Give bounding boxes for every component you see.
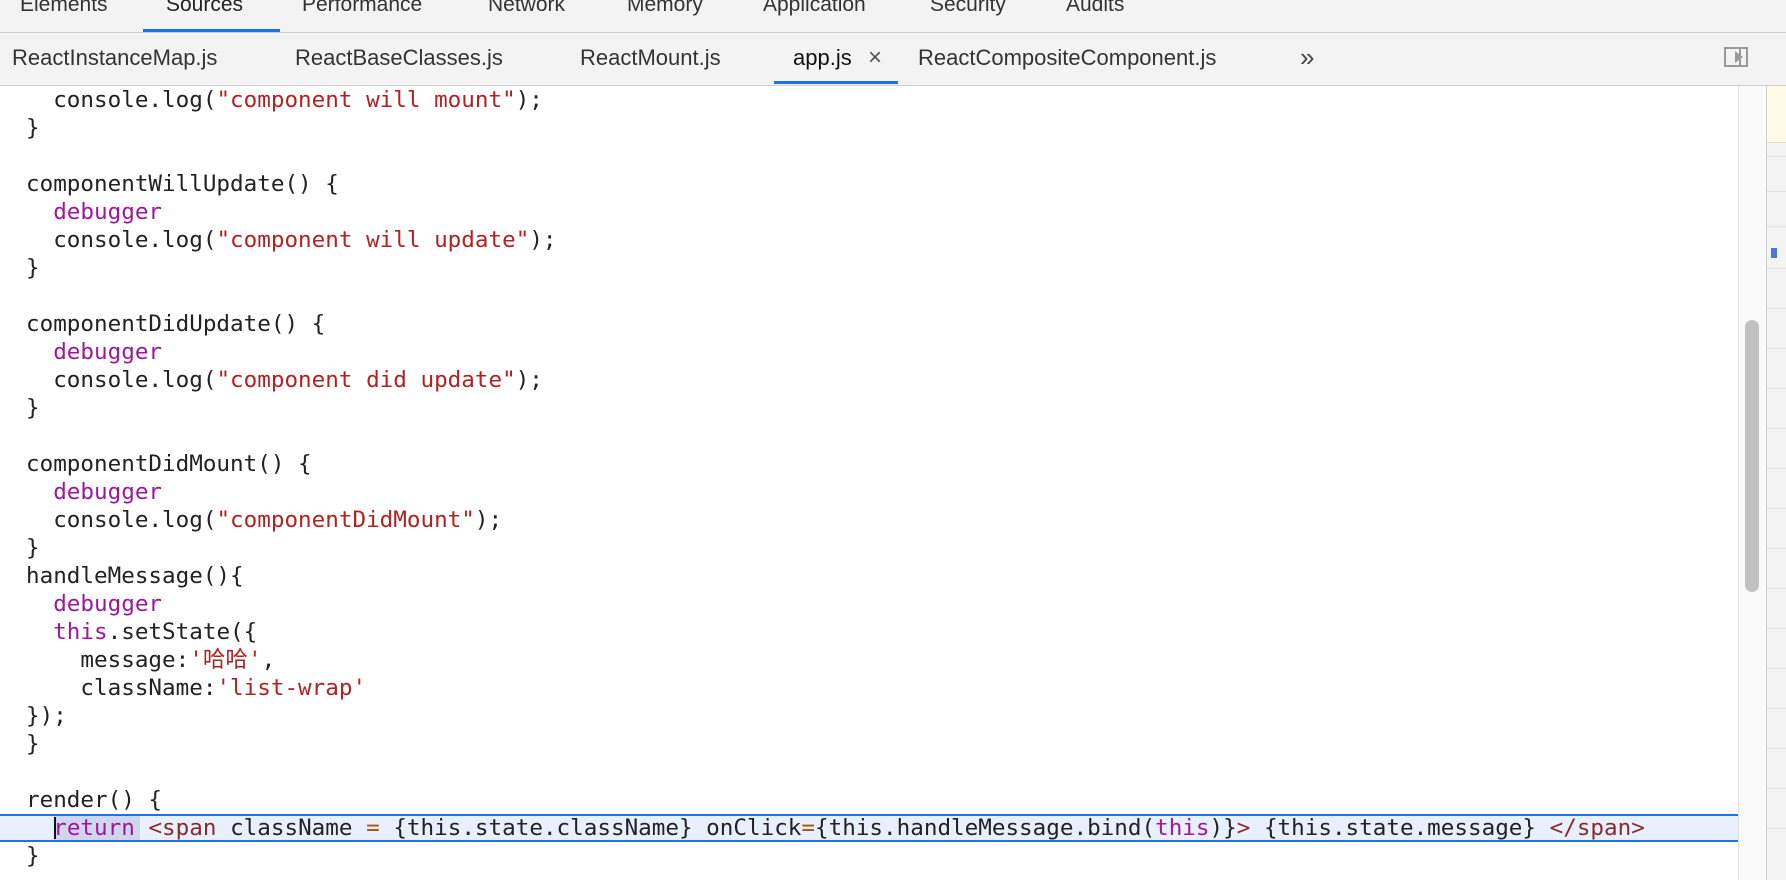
file-tab-app[interactable]: app.js bbox=[793, 33, 852, 85]
code-line: debugger bbox=[26, 199, 163, 225]
editor-scrollbar-thumb[interactable] bbox=[1745, 320, 1759, 592]
devtools-panel-tabs: Elements Sources Performance Network Mem… bbox=[0, 0, 1786, 33]
tab-application[interactable]: Application bbox=[763, 0, 866, 32]
code-line: } bbox=[26, 115, 40, 141]
code-editor[interactable]: console.log("component will mount"); } c… bbox=[0, 86, 1738, 880]
code-line: render() { bbox=[26, 787, 163, 813]
code-line: this.setState({ bbox=[26, 619, 258, 645]
text-cursor bbox=[54, 817, 56, 839]
active-tab-indicator bbox=[143, 29, 280, 32]
tab-network[interactable]: Network bbox=[488, 0, 565, 32]
code-line: } bbox=[26, 535, 40, 561]
code-line: } bbox=[26, 843, 40, 869]
code-line: console.log("component will update"); bbox=[26, 227, 557, 253]
close-tab-icon[interactable]: × bbox=[868, 33, 882, 83]
code-line: console.log("component will mount"); bbox=[26, 87, 543, 113]
code-line: message:'哈哈', bbox=[26, 647, 276, 673]
tab-performance[interactable]: Performance bbox=[302, 0, 422, 32]
code-line: componentDidUpdate() { bbox=[26, 311, 326, 337]
active-file-indicator bbox=[774, 81, 898, 84]
code-line: console.log("componentDidMount"); bbox=[26, 507, 503, 533]
code-line: componentDidMount() { bbox=[26, 451, 312, 477]
tab-memory[interactable]: Memory bbox=[627, 0, 703, 32]
file-tab-reactinstancemap[interactable]: ReactInstanceMap.js bbox=[12, 33, 217, 85]
tab-sources[interactable]: Sources bbox=[166, 0, 243, 32]
file-tab-reactmount[interactable]: ReactMount.js bbox=[580, 33, 721, 85]
code-line: console.log("component did update"); bbox=[26, 367, 543, 393]
code-line: componentWillUpdate() { bbox=[26, 171, 339, 197]
code-line: debugger bbox=[26, 479, 163, 505]
tab-security[interactable]: Security bbox=[930, 0, 1006, 32]
toggle-debugger-pane-icon[interactable] bbox=[1724, 47, 1748, 67]
tab-audits[interactable]: Audits bbox=[1066, 0, 1124, 32]
file-tab-reactcompositecomponent[interactable]: ReactCompositeComponent.js bbox=[918, 33, 1216, 85]
more-tabs-icon[interactable]: » bbox=[1300, 33, 1314, 81]
code-line-current: return <span className = {this.state.cla… bbox=[53, 815, 1645, 841]
file-tab-reactbaseclasses[interactable]: ReactBaseClasses.js bbox=[295, 33, 503, 85]
code-line: } bbox=[26, 255, 40, 281]
code-line: handleMessage(){ bbox=[26, 563, 244, 589]
paused-banner-edge bbox=[1767, 86, 1786, 143]
code-line: }); bbox=[26, 703, 67, 729]
code-line: debugger bbox=[26, 339, 163, 365]
checkbox-icon bbox=[1771, 248, 1777, 258]
code-line: className:'list-wrap' bbox=[26, 675, 367, 701]
code-line: } bbox=[26, 395, 40, 421]
editor-file-tabs: ReactInstanceMap.js ReactBaseClasses.js … bbox=[0, 33, 1786, 86]
code-line: } bbox=[26, 731, 40, 757]
code-line: debugger bbox=[26, 591, 163, 617]
debugger-sidebar-edge bbox=[1766, 86, 1786, 880]
tab-elements[interactable]: Elements bbox=[20, 0, 108, 32]
